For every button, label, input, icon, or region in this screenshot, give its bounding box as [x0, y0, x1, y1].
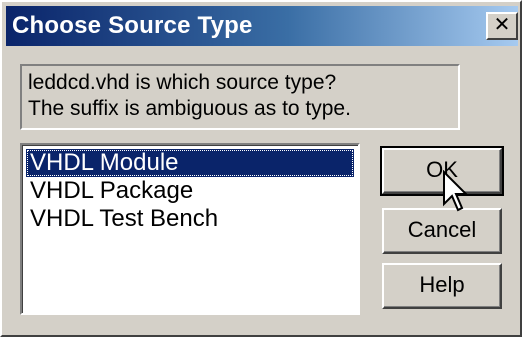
message-line-1: leddcd.vhd is which source type? [28, 71, 337, 94]
title-bar[interactable]: Choose Source Type ✕ [6, 6, 518, 46]
source-type-listbox[interactable]: VHDL Module VHDL Package VHDL Test Bench [20, 143, 360, 315]
arrow-cursor-icon [443, 170, 468, 212]
message-line-2: The suffix is ambiguous as to type. [28, 97, 351, 120]
list-item-vhdl-module[interactable]: VHDL Module [26, 149, 354, 177]
window-title: Choose Source Type [12, 12, 253, 39]
list-item-vhdl-package[interactable]: VHDL Package [26, 177, 354, 205]
choose-source-type-dialog: Choose Source Type ✕ leddcd.vhd is which… [0, 0, 522, 337]
list-item-vhdl-test-bench[interactable]: VHDL Test Bench [26, 205, 354, 233]
message-box: leddcd.vhd is which source type? The suf… [20, 64, 460, 130]
close-icon: ✕ [493, 14, 511, 36]
help-button[interactable]: Help [382, 263, 502, 309]
cancel-button[interactable]: Cancel [382, 208, 502, 254]
close-button[interactable]: ✕ [486, 12, 518, 40]
